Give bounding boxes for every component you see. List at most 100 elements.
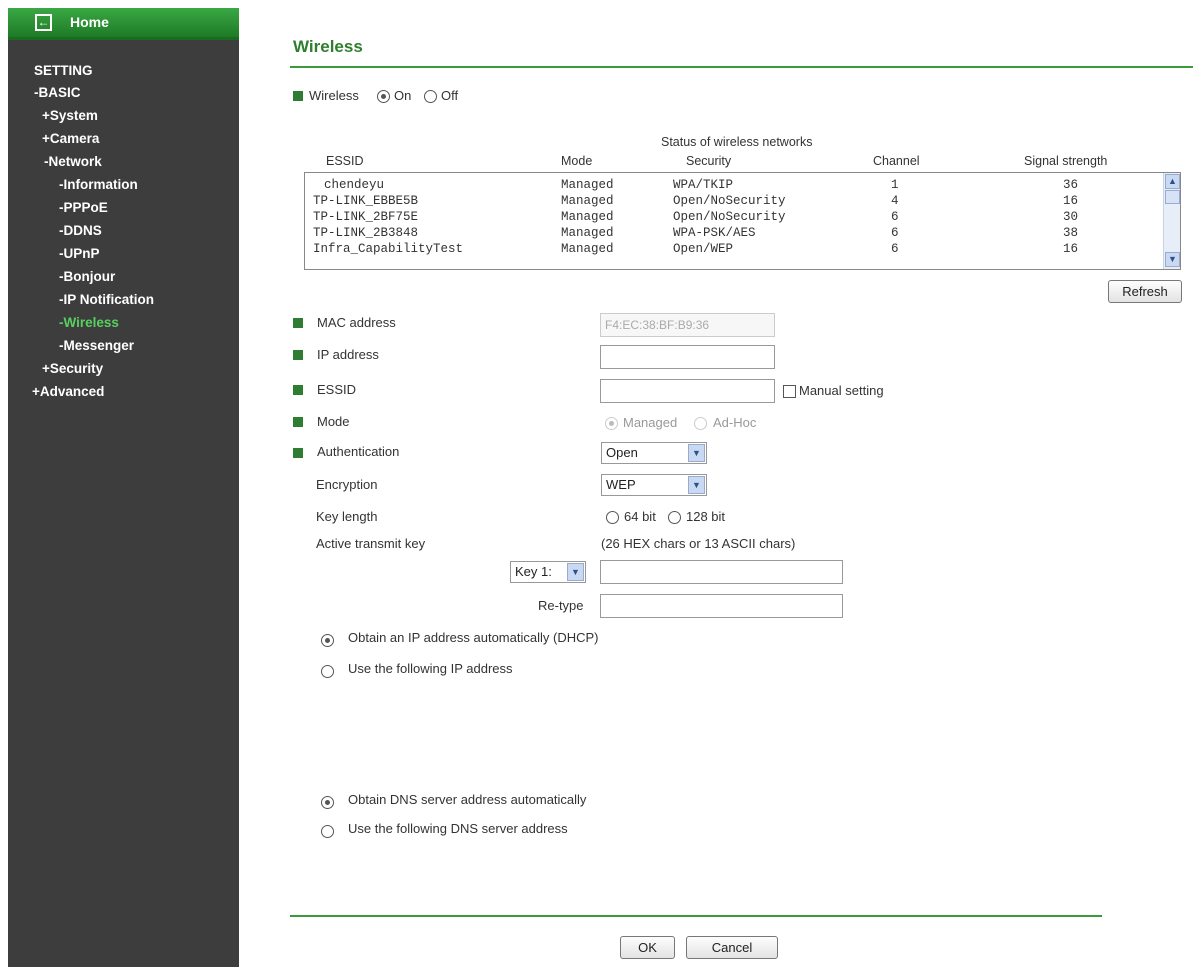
nav-ip-notification[interactable]: -IP Notification <box>59 292 154 307</box>
encryption-select[interactable]: WEP ▼ <box>601 474 707 496</box>
networks-scrollbar[interactable]: ▲ ▼ <box>1163 173 1180 269</box>
cell-essid: Infra_CapabilityTest <box>313 242 464 256</box>
cell-signal: 16 <box>1063 194 1079 208</box>
table-row[interactable]: TP-LINK_EBBE5B Managed Open/NoSecurity 4… <box>305 194 1165 210</box>
key-128bit-radio[interactable] <box>668 511 681 524</box>
nav-advanced[interactable]: +Advanced <box>32 384 104 399</box>
cell-channel: 4 <box>891 194 899 208</box>
scroll-down-icon[interactable]: ▼ <box>1165 252 1180 267</box>
table-row[interactable]: TP-LINK_2B3848 Managed WPA-PSK/AES 6 38 <box>305 226 1165 242</box>
mac-label: MAC address <box>317 315 396 330</box>
table-row[interactable]: TP-LINK_2BF75E Managed Open/NoSecurity 6… <box>305 210 1165 226</box>
mode-managed-radio <box>605 417 618 430</box>
encryption-value: WEP <box>606 477 636 492</box>
wireless-on-radio[interactable] <box>377 90 390 103</box>
wireless-off-label: Off <box>441 88 459 103</box>
scroll-thumb[interactable] <box>1165 190 1180 204</box>
dns-auto-label: Obtain DNS server address automatically <box>348 792 587 807</box>
cell-essid: TP-LINK_EBBE5B <box>313 194 419 208</box>
manual-setting-checkbox[interactable] <box>783 385 796 398</box>
ip-address-field[interactable] <box>600 345 775 369</box>
cell-signal: 38 <box>1063 226 1079 240</box>
sidebar: ← Home SETTING -BASIC +System +Camera -N… <box>8 8 239 967</box>
cell-essid: TP-LINK_2BF75E <box>313 210 419 224</box>
cell-channel: 6 <box>891 242 899 256</box>
dns-static-radio[interactable] <box>321 825 334 838</box>
encryption-label: Encryption <box>316 477 378 492</box>
nav-information[interactable]: -Information <box>59 177 138 192</box>
active-key-label: Active transmit key <box>316 536 426 551</box>
dhcp-radio[interactable] <box>321 634 334 647</box>
cell-mode: Managed <box>561 210 614 224</box>
authentication-label: Authentication <box>317 444 400 459</box>
nav-ddns[interactable]: -DDNS <box>59 223 102 238</box>
cancel-button[interactable]: Cancel <box>686 936 778 959</box>
home-label: Home <box>70 14 109 30</box>
section-bullet-icon <box>293 350 303 360</box>
nav-messenger[interactable]: -Messenger <box>59 338 134 353</box>
wireless-label: Wireless <box>309 88 359 103</box>
nav-system[interactable]: +System <box>42 108 98 123</box>
home-link[interactable]: ← Home <box>8 8 239 40</box>
refresh-button[interactable]: Refresh <box>1108 280 1182 303</box>
wep-key-field[interactable] <box>600 560 843 584</box>
nav-basic[interactable]: -BASIC <box>34 85 81 100</box>
nav-pppoe[interactable]: -PPPoE <box>59 200 108 215</box>
section-bullet-icon <box>293 318 303 328</box>
home-back-icon: ← <box>35 14 52 31</box>
dns-auto-radio[interactable] <box>321 796 334 809</box>
dns-static-label: Use the following DNS server address <box>348 821 568 836</box>
cell-security: WPA-PSK/AES <box>673 226 756 240</box>
cell-security: Open/NoSecurity <box>673 194 786 208</box>
col-header-signal: Signal strength <box>1024 154 1108 168</box>
static-ip-radio[interactable] <box>321 665 334 678</box>
col-header-mode: Mode <box>561 154 593 168</box>
cell-signal: 36 <box>1063 178 1079 192</box>
cell-signal: 30 <box>1063 210 1079 224</box>
nav-network[interactable]: -Network <box>44 154 102 169</box>
nav-wireless[interactable]: -Wireless <box>59 315 119 330</box>
nav-security[interactable]: +Security <box>42 361 103 376</box>
cell-security: WPA/TKIP <box>673 178 734 192</box>
key-64bit-label: 64 bit <box>624 509 656 524</box>
title-divider <box>290 66 1193 68</box>
table-row[interactable]: chendeyu Managed WPA/TKIP 1 36 <box>305 178 1165 194</box>
networks-listbox[interactable]: chendeyu Managed WPA/TKIP 1 36 TP-LINK_E… <box>304 172 1181 270</box>
cell-mode: Managed <box>561 242 614 256</box>
essid-field[interactable] <box>600 379 775 403</box>
key-length-label: Key length <box>316 509 378 524</box>
chevron-down-icon: ▼ <box>688 444 705 462</box>
cell-channel: 6 <box>891 226 899 240</box>
retype-key-field[interactable] <box>600 594 843 618</box>
nav-camera[interactable]: +Camera <box>42 131 99 146</box>
scroll-up-icon[interactable]: ▲ <box>1165 174 1180 189</box>
cell-signal: 16 <box>1063 242 1079 256</box>
authentication-select[interactable]: Open ▼ <box>601 442 707 464</box>
wireless-off-radio[interactable] <box>424 90 437 103</box>
col-header-security: Security <box>686 154 732 168</box>
table-row[interactable]: Infra_CapabilityTest Managed Open/WEP 6 … <box>305 242 1165 258</box>
page-title: Wireless <box>293 37 363 56</box>
ok-button[interactable]: OK <box>620 936 675 959</box>
retype-label: Re-type <box>538 598 584 613</box>
ip-label: IP address <box>317 347 379 362</box>
wireless-on-label: On <box>394 88 412 103</box>
manual-setting-label: Manual setting <box>799 383 884 398</box>
section-bullet-icon <box>293 385 303 395</box>
authentication-value: Open <box>606 445 638 460</box>
static-ip-label: Use the following IP address <box>348 661 513 676</box>
mode-managed-label: Managed <box>623 415 678 430</box>
nav-bonjour[interactable]: -Bonjour <box>59 269 115 284</box>
chevron-down-icon: ▼ <box>688 476 705 494</box>
cell-security: Open/WEP <box>673 242 734 256</box>
nav-upnp[interactable]: -UPnP <box>59 246 100 261</box>
mode-adhoc-radio <box>694 417 707 430</box>
section-bullet-icon <box>293 417 303 427</box>
cell-essid: TP-LINK_2B3848 <box>313 226 419 240</box>
mac-address-field: F4:EC:38:BF:B9:36 <box>600 313 775 337</box>
section-bullet-icon <box>293 91 303 101</box>
mode-adhoc-label: Ad-Hoc <box>713 415 757 430</box>
key-index-select[interactable]: Key 1: ▼ <box>510 561 586 583</box>
key-64bit-radio[interactable] <box>606 511 619 524</box>
col-header-essid: ESSID <box>326 154 364 168</box>
